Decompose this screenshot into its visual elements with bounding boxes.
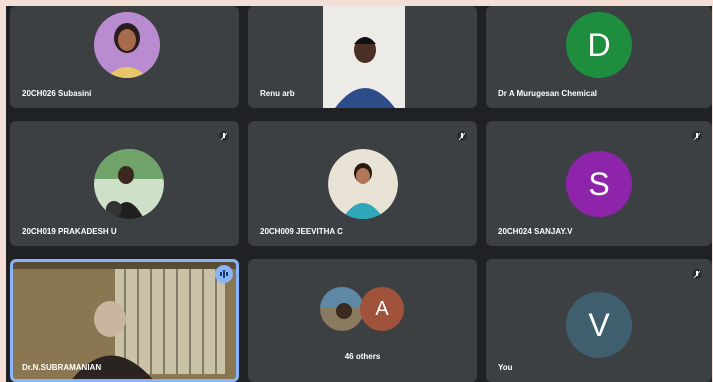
mic-off-icon (457, 131, 467, 141)
participant-name: 20CH024 SANJAY.V (498, 227, 573, 236)
participant-grid: 20CH026 Subasini Renu arb D Dr A Muruges… (6, 6, 712, 382)
mic-off-icon (692, 269, 702, 279)
participant-photo-avatar (94, 12, 160, 78)
participant-letter-avatar: S (566, 151, 632, 217)
participant-name: 20CH026 Subasini (22, 89, 92, 98)
avatar-letter: D (587, 26, 611, 63)
meeting-window: 20CH026 Subasini Renu arb D Dr A Muruges… (0, 0, 713, 382)
participant-name: Dr A Murugesan Chemical (498, 89, 597, 98)
avatar-letter: V (588, 306, 610, 343)
others-tile[interactable]: A 46 others (248, 259, 477, 382)
mic-off-icon (219, 131, 229, 141)
avatar-letter: S (588, 165, 610, 202)
mic-off-icon (692, 131, 702, 141)
others-letter-avatar: A (360, 287, 404, 331)
participant-name: Renu arb (260, 89, 295, 98)
participant-tile-6[interactable]: S 20CH024 SANJAY.V (486, 121, 712, 246)
participant-name: 20CH009 JEEVITHA C (260, 227, 343, 236)
participant-letter-avatar: V (566, 292, 632, 358)
participant-tile-7[interactable]: Dr.N.SUBRAMANIAN (10, 259, 239, 382)
avatar-letter: A (375, 297, 389, 320)
participant-photo-avatar (328, 149, 398, 219)
participant-tile-1[interactable]: 20CH026 Subasini (10, 6, 239, 108)
audio-wave-icon (215, 265, 233, 283)
participant-tile-3[interactable]: D Dr A Murugesan Chemical (486, 6, 712, 108)
participant-photo-avatar (94, 149, 164, 219)
participant-name: 20CH019 PRAKADESH U (22, 227, 117, 236)
others-count-label: 46 others (344, 352, 381, 361)
participant-video (323, 6, 405, 108)
participant-letter-avatar: D (566, 12, 632, 78)
self-tile[interactable]: V You (486, 259, 712, 382)
participant-name: You (498, 363, 513, 372)
participant-tile-5[interactable]: 20CH009 JEEVITHA C (248, 121, 477, 246)
participant-tile-4[interactable]: 20CH019 PRAKADESH U (10, 121, 239, 246)
others-photo-avatar (320, 287, 364, 331)
participant-tile-2[interactable]: Renu arb (248, 6, 477, 108)
participant-name: Dr.N.SUBRAMANIAN (22, 363, 102, 372)
